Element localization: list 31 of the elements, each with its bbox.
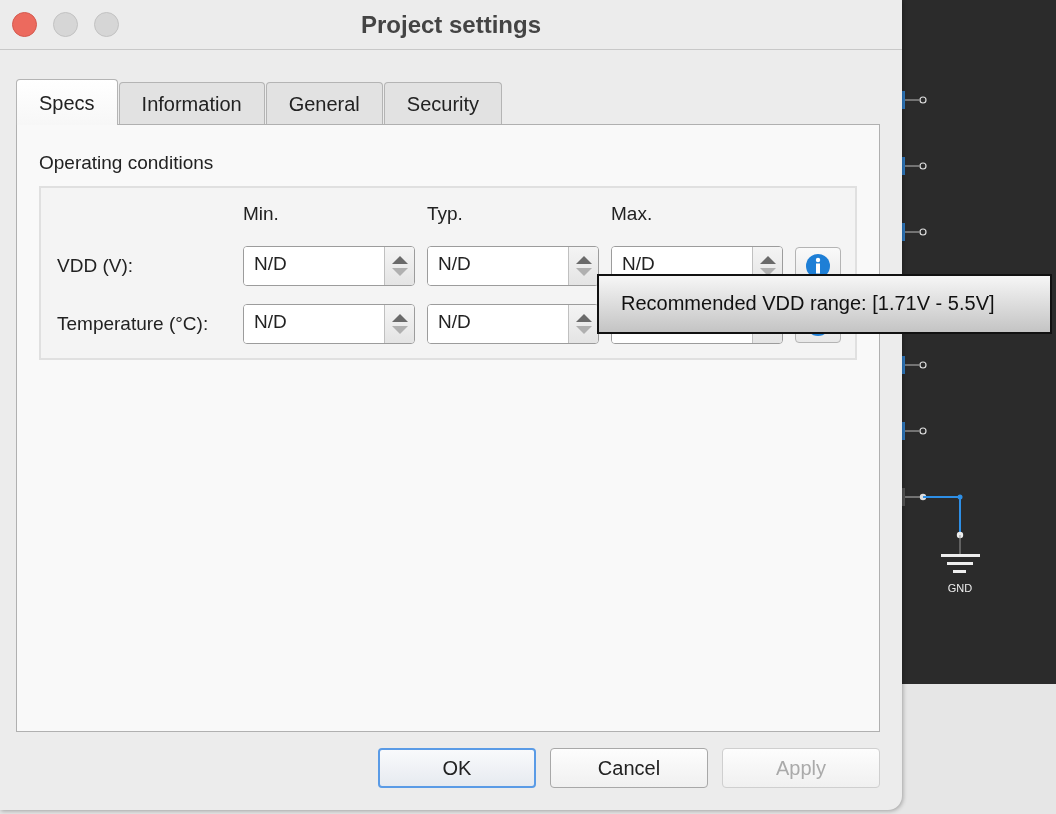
- up-arrow-icon[interactable]: [575, 256, 592, 264]
- up-arrow-icon[interactable]: [391, 256, 408, 264]
- pin-drawing: [902, 356, 927, 374]
- spin-box[interactable]: N/D: [243, 304, 415, 344]
- row-label: VDD (V):: [57, 253, 134, 278]
- tab[interactable]: Security: [383, 82, 503, 124]
- tooltip: Recommended VDD range: [1.71V - 5.5V]: [597, 274, 1052, 334]
- up-arrow-icon[interactable]: [575, 314, 592, 322]
- spin-box[interactable]: N/D: [243, 246, 415, 286]
- dialog-button[interactable]: OK: [378, 748, 536, 788]
- tab[interactable]: Information: [118, 82, 265, 124]
- row-label: Temperature (°C):: [57, 311, 210, 336]
- pin-drawing: [902, 223, 927, 241]
- spin-box[interactable]: N/D: [427, 246, 599, 286]
- down-arrow-icon[interactable]: [759, 268, 776, 276]
- pin-drawing: [902, 422, 927, 440]
- column-header: Max.: [611, 201, 654, 226]
- column-header: Typ.: [427, 201, 464, 226]
- dialog-button[interactable]: Cancel: [550, 748, 708, 788]
- up-arrow-icon[interactable]: [391, 314, 408, 322]
- ground-label: GND: [947, 582, 973, 594]
- pin-drawing: [902, 157, 927, 175]
- group-title: Operating conditions: [39, 151, 215, 175]
- window-title: Project settings: [359, 9, 542, 40]
- spin-box[interactable]: N/D: [427, 304, 599, 344]
- column-header: Min.: [243, 201, 280, 226]
- pin-drawing: [902, 91, 927, 109]
- tab[interactable]: Specs: [16, 79, 118, 125]
- tab[interactable]: General: [265, 82, 383, 124]
- up-arrow-icon[interactable]: [759, 256, 776, 264]
- close-icon[interactable]: [12, 12, 37, 37]
